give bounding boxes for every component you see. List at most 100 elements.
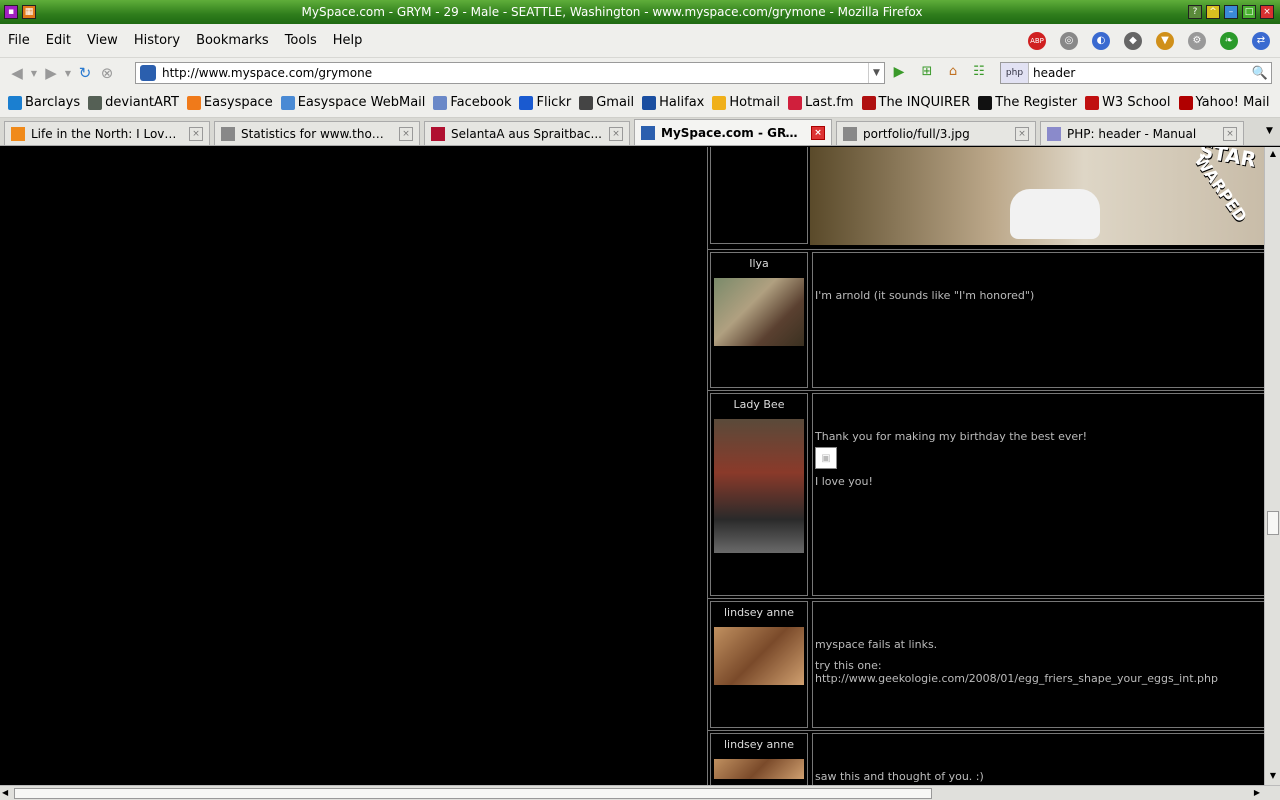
bookmark-hotmail[interactable]: Hotmail — [712, 95, 780, 110]
tab-4[interactable]: portfolio/full/3.jpg × — [836, 121, 1036, 145]
shade-icon[interactable]: ^ — [1206, 5, 1220, 19]
menu-edit[interactable]: Edit — [38, 33, 79, 48]
minimize-icon[interactable]: – — [1224, 5, 1238, 19]
comment-author-name[interactable]: Ilya — [713, 257, 805, 270]
window-menu-icon[interactable]: ▪ — [4, 5, 18, 19]
tab-label: SelantaA aus Spraitbac... — [451, 126, 602, 141]
bookmark-facebook[interactable]: Facebook — [433, 95, 511, 110]
window-title: MySpace.com - GRYM - 29 - Male - SEATTLE… — [301, 5, 923, 19]
firebug-icon[interactable]: ◆ — [1124, 31, 1142, 50]
tab-strip: Life in the North: I Love t... × Statistic… — [0, 118, 1280, 146]
home-icon[interactable]: ⌂ — [944, 64, 962, 82]
scroll-right-icon[interactable]: ▶ — [1254, 788, 1260, 797]
tab-overflow-icon[interactable]: ▼ — [1266, 126, 1276, 136]
download-icon[interactable]: ▼ — [1156, 31, 1174, 50]
tab-close-icon[interactable]: × — [1015, 126, 1029, 141]
tab-5[interactable]: PHP: header - Manual × — [1040, 121, 1244, 145]
go-icon[interactable]: ▶ — [889, 64, 909, 82]
forward-icon[interactable]: ▶ — [40, 63, 62, 83]
back-dropdown-icon[interactable]: ▼ — [28, 63, 40, 83]
help-icon[interactable]: ? — [1188, 5, 1202, 19]
comment-author-photo[interactable] — [714, 278, 804, 346]
tab-close-icon[interactable]: × — [609, 126, 623, 141]
menu-bar: File Edit View History Bookmarks Tools H… — [0, 24, 1280, 58]
comment-author-photo[interactable] — [714, 419, 804, 553]
stop-icon[interactable]: ⊗ — [96, 63, 118, 83]
tab-1[interactable]: Statistics for www.thom... × — [214, 121, 420, 145]
scroll-up-icon[interactable]: ▲ — [1267, 149, 1279, 161]
leaf-icon[interactable]: ❧ — [1220, 31, 1238, 50]
url-input[interactable] — [162, 66, 868, 80]
menu-tools[interactable]: Tools — [277, 33, 325, 48]
menu-bookmarks[interactable]: Bookmarks — [188, 33, 277, 48]
comment-author-name[interactable]: lindsey anne — [713, 738, 805, 751]
comment-author-name[interactable]: lindsey anne — [713, 606, 805, 619]
bookmark-favicon-icon — [186, 95, 201, 110]
bookmark-easyspace-webmail[interactable]: Easyspace WebMail — [280, 95, 426, 110]
bookmark-w3-school[interactable]: W3 School — [1085, 95, 1171, 110]
search-input[interactable] — [1029, 66, 1249, 80]
bookmark-the-register[interactable]: The Register — [978, 95, 1077, 110]
comment-text: try this one: http://www.geekologie.com/… — [815, 659, 1218, 685]
url-dropdown-icon[interactable]: ▼ — [868, 63, 884, 83]
menu-help[interactable]: Help — [325, 33, 371, 48]
bookmark-deviantart[interactable]: deviantART — [88, 95, 179, 110]
comment-author-photo[interactable] — [714, 759, 804, 779]
forward-dropdown-icon[interactable]: ▼ — [62, 63, 74, 83]
bookmark-favicon-icon — [1178, 95, 1193, 110]
close-icon[interactable]: × — [1260, 5, 1274, 19]
scroll-thumb[interactable] — [1267, 511, 1279, 535]
maximize-icon[interactable]: □ — [1242, 5, 1256, 19]
rss-icon[interactable]: ☷ — [970, 64, 988, 82]
window-grid-icon[interactable]: ▦ — [22, 5, 36, 19]
bookmark-yahoo-mail[interactable]: Yahoo! Mail — [1178, 95, 1270, 110]
reload-icon[interactable]: ↻ — [74, 63, 96, 83]
gear-icon[interactable]: ⚙ — [1188, 31, 1206, 50]
bookmark-easyspace[interactable]: Easyspace — [186, 95, 273, 110]
bookmark-favicon-icon — [579, 95, 594, 110]
bookmark-label: Flickr — [536, 95, 572, 110]
tab-3[interactable]: MySpace.com - GRYM ... × — [634, 119, 832, 145]
tab-close-icon[interactable]: × — [189, 126, 203, 141]
bookmark-gmail[interactable]: Gmail — [579, 95, 634, 110]
tab-close-icon[interactable]: × — [1223, 126, 1237, 141]
comment-author-cell: lindsey anne — [710, 601, 808, 728]
tab-close-icon[interactable]: × — [399, 126, 413, 141]
scroll-down-icon[interactable]: ▼ — [1267, 771, 1279, 783]
comment-author-name[interactable]: Lady Bee — [713, 398, 805, 411]
horizontal-scrollbar[interactable]: ◀ ▶ — [0, 785, 1280, 800]
tab-label: Life in the North: I Love t... — [31, 126, 183, 141]
proxy-icon[interactable]: ◎ — [1060, 31, 1078, 50]
page-content: STAR WARPED Ilya I'm arnold (it sounds li… — [0, 147, 1264, 785]
back-icon[interactable]: ◀ — [6, 63, 28, 83]
url-bar[interactable]: ▼ — [135, 62, 885, 84]
comment-text: I love you! — [815, 475, 873, 488]
bookmark-favicon-icon — [642, 95, 657, 110]
bookmark-label: Easyspace WebMail — [297, 95, 426, 110]
bookmark-the-inquirer[interactable]: The INQUIRER — [861, 95, 970, 110]
menu-view[interactable]: View — [79, 33, 126, 48]
bookmark-barclays[interactable]: Barclays — [8, 95, 80, 110]
tab-2[interactable]: SelantaA aus Spraitbac... × — [424, 121, 630, 145]
bookmark-halifax[interactable]: Halifax — [642, 95, 704, 110]
tab-0[interactable]: Life in the North: I Love t... × — [4, 121, 210, 145]
add-bookmark-icon[interactable]: ⊞ — [918, 64, 936, 82]
menu-history[interactable]: History — [126, 33, 188, 48]
bookmark-last-fm[interactable]: Last.fm — [788, 95, 854, 110]
foxmarks-icon[interactable]: ◐ — [1092, 31, 1110, 50]
menu-file[interactable]: File — [0, 33, 38, 48]
network-icon[interactable]: ⇄ — [1252, 31, 1270, 50]
white-boots-shape — [1010, 189, 1100, 239]
bookmark-flickr[interactable]: Flickr — [519, 95, 571, 110]
comment-author-photo[interactable] — [714, 627, 804, 685]
scroll-left-icon[interactable]: ◀ — [2, 788, 8, 797]
vertical-scrollbar[interactable]: ▲ ▼ — [1264, 147, 1280, 785]
search-icon[interactable]: 🔍 — [1249, 66, 1271, 81]
comment-body-cell: myspace fails at links. try this one: htt… — [812, 601, 1264, 728]
horizontal-scroll-thumb[interactable] — [14, 788, 932, 799]
adblock-icon[interactable]: ABP — [1028, 31, 1046, 50]
search-bar[interactable]: php 🔍 — [1000, 62, 1272, 84]
search-engine-php-icon[interactable]: php — [1001, 63, 1029, 83]
broken-image-icon: ▣ — [815, 447, 837, 469]
tab-close-icon[interactable]: × — [811, 125, 825, 140]
